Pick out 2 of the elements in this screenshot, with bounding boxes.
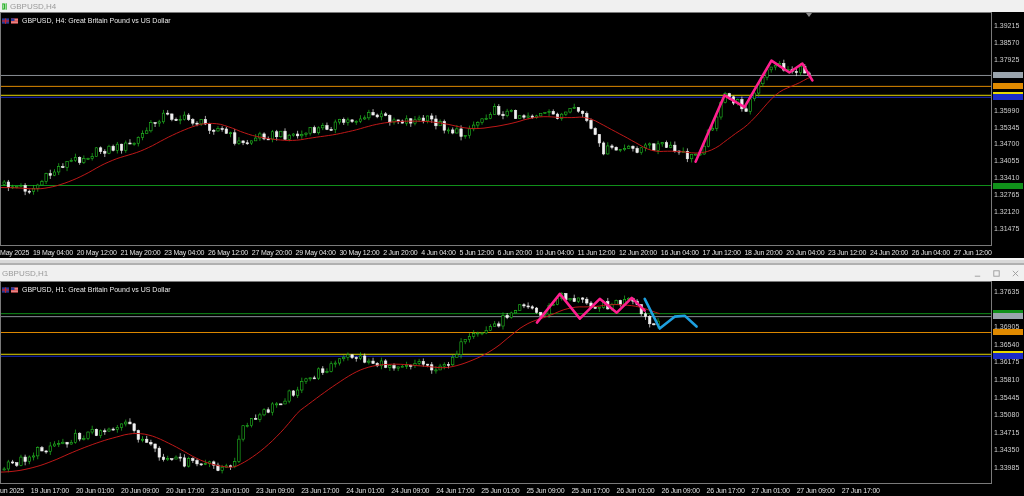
window-title: GBPUSD,H4 <box>10 1 57 11</box>
window-title: GBPUSD,H1 <box>2 268 49 278</box>
